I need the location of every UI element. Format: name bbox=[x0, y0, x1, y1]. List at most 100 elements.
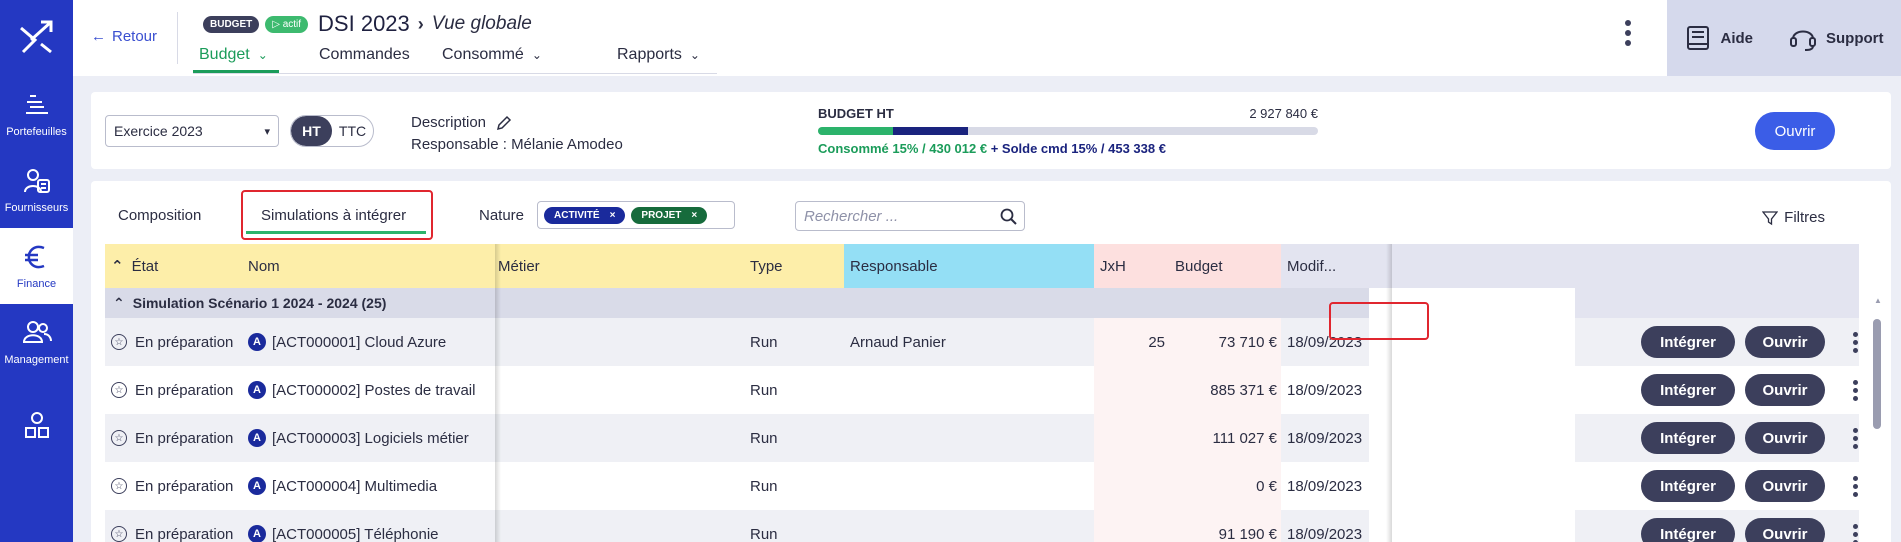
integrate-button[interactable]: Intégrer bbox=[1641, 422, 1735, 454]
back-link[interactable]: ← Retour bbox=[91, 28, 157, 45]
cell-etat: ☆ En préparation bbox=[105, 510, 242, 542]
sidebar-item-portefeuilles[interactable]: Portefeuilles bbox=[0, 76, 73, 152]
tab-label: Commandes bbox=[319, 46, 410, 63]
collapse-all-icon[interactable]: ⌃ bbox=[111, 257, 124, 275]
table-row[interactable]: ☆ En préparation A [ACT000005] Téléphonie Ru… bbox=[105, 510, 1859, 542]
chip-activite[interactable]: ACTIVITÉ × bbox=[544, 206, 626, 224]
help-button[interactable]: Aide bbox=[1684, 24, 1753, 52]
exercise-select[interactable]: Exercice 2023 ▾ bbox=[105, 115, 279, 147]
star-icon[interactable]: ☆ bbox=[111, 430, 127, 446]
vertical-scrollbar[interactable]: ▲ bbox=[1873, 296, 1883, 536]
cell-responsable bbox=[844, 414, 1094, 462]
tab-consomme[interactable]: Consommé ⌄ bbox=[422, 40, 577, 73]
chip-label: ACTIVITÉ bbox=[554, 209, 600, 221]
row-more-button[interactable] bbox=[1853, 523, 1858, 542]
users-icon bbox=[22, 321, 52, 343]
open-button[interactable]: Ouvrir bbox=[1745, 422, 1825, 454]
page-subtitle: Vue globale bbox=[431, 13, 532, 34]
star-icon[interactable]: ☆ bbox=[111, 334, 127, 350]
table-row[interactable]: ☆ En préparation A [ACT000002] Postes de tr… bbox=[105, 366, 1859, 414]
sidebar-item-fournisseurs[interactable]: Fournisseurs bbox=[0, 152, 73, 228]
support-button[interactable]: Support bbox=[1788, 23, 1883, 53]
scrollbar-thumb[interactable] bbox=[1873, 319, 1881, 429]
cell-nom[interactable]: A [ACT000003] Logiciels métier bbox=[242, 414, 492, 462]
integrate-button[interactable]: Intégrer bbox=[1641, 470, 1735, 502]
activity-type-icon: A bbox=[248, 477, 266, 495]
col-nom[interactable]: Nom bbox=[242, 244, 492, 288]
close-icon[interactable]: × bbox=[610, 210, 616, 221]
star-icon[interactable]: ☆ bbox=[111, 382, 127, 398]
scroll-up-icon[interactable]: ▲ bbox=[1873, 296, 1883, 305]
open-budget-button[interactable]: Ouvrir bbox=[1755, 112, 1835, 150]
tab-commandes[interactable]: Commandes bbox=[279, 40, 422, 73]
row-more-button[interactable] bbox=[1853, 475, 1858, 497]
col-budget[interactable]: Budget bbox=[1169, 244, 1281, 288]
open-button[interactable]: Ouvrir bbox=[1745, 518, 1825, 542]
ht-ttc-toggle[interactable]: HT TTC bbox=[290, 115, 374, 147]
table-row[interactable]: ☆ En préparation A [ACT000004] Multimedia Ru… bbox=[105, 462, 1859, 510]
cell-nom[interactable]: A [ACT000004] Multimedia bbox=[242, 462, 492, 510]
sidebar-item-management[interactable]: Management bbox=[0, 304, 73, 380]
pencil-icon[interactable] bbox=[496, 115, 512, 131]
table-row[interactable]: ☆ En préparation A [ACT000003] Logiciels mé… bbox=[105, 414, 1859, 462]
sidebar-item-apps[interactable] bbox=[0, 380, 73, 440]
row-more-button[interactable] bbox=[1853, 331, 1858, 353]
cell-responsable bbox=[844, 510, 1094, 542]
col-etat[interactable]: ⌃ État bbox=[105, 244, 242, 288]
cell-budget: 885 371 € bbox=[1169, 366, 1281, 414]
cell-budget: 91 190 € bbox=[1169, 510, 1281, 542]
toggle-ttc[interactable]: TTC bbox=[332, 116, 373, 146]
nature-filter[interactable]: ACTIVITÉ × PROJET × bbox=[537, 201, 735, 229]
group-row[interactable]: ⌃ Simulation Scénario 1 2024 - 2024 (25) bbox=[105, 288, 1859, 318]
tab-simulations[interactable]: Simulations à intégrer bbox=[261, 207, 406, 224]
header-more-button[interactable] bbox=[1625, 20, 1631, 46]
cell-nom[interactable]: A [ACT000005] Téléphonie bbox=[242, 510, 492, 542]
cell-metier bbox=[492, 318, 744, 366]
cell-nom[interactable]: A [ACT000001] Cloud Azure bbox=[242, 318, 492, 366]
integrate-button[interactable]: Intégrer bbox=[1641, 518, 1735, 542]
budget-total: 2 927 840 € bbox=[1249, 106, 1318, 121]
row-more-button[interactable] bbox=[1853, 379, 1858, 401]
col-modif[interactable]: Modif... bbox=[1281, 244, 1369, 288]
header-divider bbox=[177, 12, 178, 64]
integrate-button[interactable]: Intégrer bbox=[1641, 374, 1735, 406]
simulations-table: ⌃ État Nom Métier Type Responsable JxH B… bbox=[105, 244, 1859, 542]
cell-jxh bbox=[1094, 414, 1169, 462]
table-body: ☆ En préparation A [ACT000001] Cloud Azure R… bbox=[105, 318, 1859, 542]
filters-button[interactable]: Filtres bbox=[1762, 209, 1825, 226]
tab-budget[interactable]: Budget ⌄ bbox=[193, 40, 279, 73]
sidebar-item-finance[interactable]: Finance bbox=[0, 228, 73, 304]
chevron-down-icon: ⌄ bbox=[257, 48, 268, 62]
close-icon[interactable]: × bbox=[691, 210, 697, 221]
arrow-left-icon: ← bbox=[91, 28, 106, 45]
app-logo[interactable] bbox=[0, 0, 73, 76]
search-input[interactable]: Rechercher ... bbox=[795, 201, 1025, 231]
star-icon[interactable]: ☆ bbox=[111, 478, 127, 494]
status-badge-label: actif bbox=[282, 18, 302, 30]
highlight-box bbox=[1329, 302, 1429, 340]
chip-projet[interactable]: PROJET × bbox=[631, 206, 708, 224]
open-button[interactable]: Ouvrir bbox=[1745, 326, 1825, 358]
activity-type-icon: A bbox=[248, 429, 266, 447]
col-jxh[interactable]: JxH bbox=[1094, 244, 1169, 288]
nom-value: [ACT000004] Multimedia bbox=[272, 477, 438, 495]
table-row[interactable]: ☆ En préparation A [ACT000001] Cloud Azure R… bbox=[105, 318, 1859, 366]
frozen-divider bbox=[495, 244, 501, 542]
exercise-value: Exercice 2023 bbox=[114, 123, 203, 139]
cell-type: Run bbox=[744, 414, 844, 462]
chevron-up-icon[interactable]: ⌃ bbox=[113, 295, 125, 312]
tab-composition[interactable]: Composition bbox=[118, 207, 201, 224]
open-button[interactable]: Ouvrir bbox=[1745, 374, 1825, 406]
col-metier[interactable]: Métier bbox=[492, 244, 744, 288]
toggle-ht[interactable]: HT bbox=[291, 116, 332, 146]
star-icon[interactable]: ☆ bbox=[111, 526, 127, 542]
col-responsable[interactable]: Responsable bbox=[844, 244, 1094, 288]
integrate-button[interactable]: Intégrer bbox=[1641, 326, 1735, 358]
tab-rapports[interactable]: Rapports ⌄ bbox=[577, 40, 717, 73]
open-button[interactable]: Ouvrir bbox=[1745, 470, 1825, 502]
headset-icon bbox=[1789, 30, 1816, 51]
cell-type: Run bbox=[744, 366, 844, 414]
row-more-button[interactable] bbox=[1853, 427, 1858, 449]
cell-nom[interactable]: A [ACT000002] Postes de travail bbox=[242, 366, 492, 414]
col-type[interactable]: Type bbox=[744, 244, 844, 288]
